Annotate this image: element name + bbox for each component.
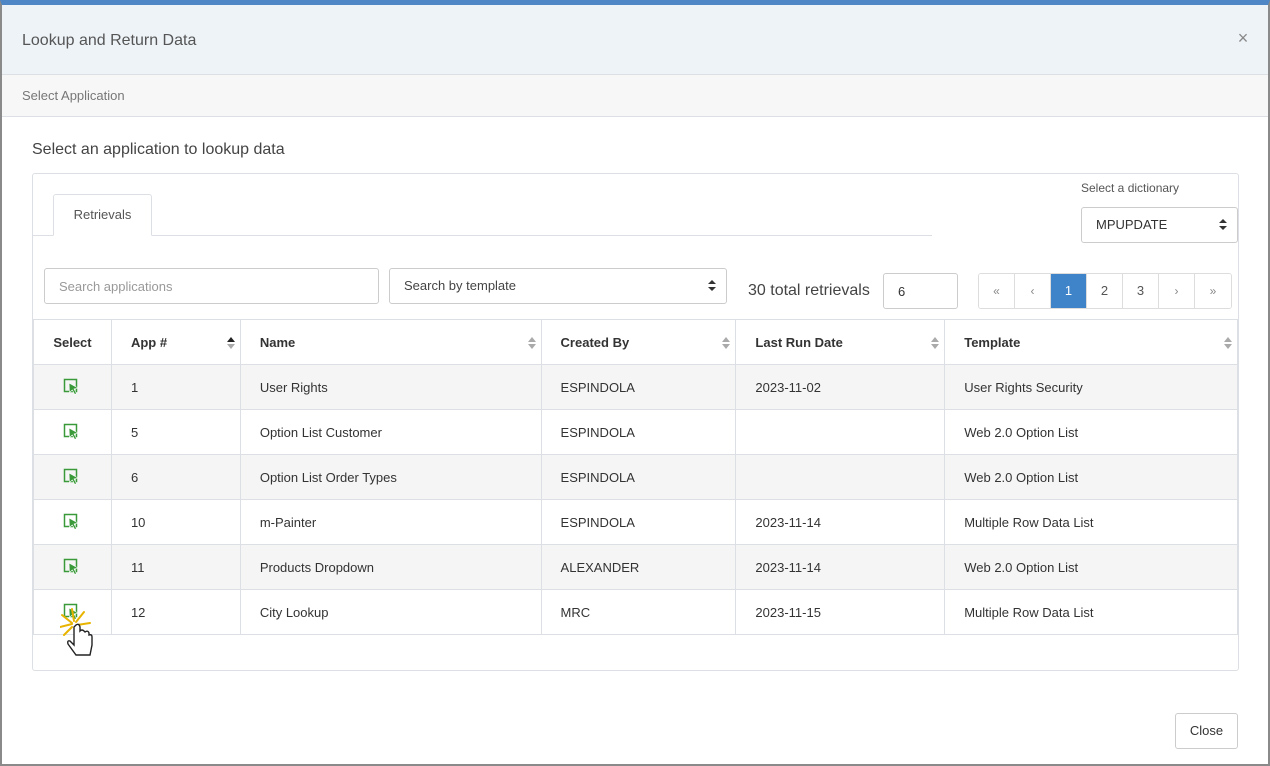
created-by-cell: ESPINDOLA: [540, 364, 737, 410]
select-pointer-icon[interactable]: [63, 603, 81, 621]
page-prompt: Select an application to lookup data: [32, 141, 285, 158]
breadcrumb: Select Application: [2, 75, 1268, 117]
sort-icon: [1224, 337, 1232, 350]
select-pointer-icon[interactable]: [63, 513, 81, 531]
column-header-created-by[interactable]: Created By: [540, 319, 737, 365]
dialog-header: Lookup and Return Data ×: [2, 5, 1268, 75]
select-pointer-icon[interactable]: [63, 378, 81, 396]
tab-retrievals[interactable]: Retrievals: [53, 194, 152, 236]
last-run-cell: [735, 454, 946, 500]
dictionary-label: Select a dictionary: [1081, 181, 1180, 195]
column-header-label: Last Run Date: [755, 334, 843, 350]
select-pointer-icon[interactable]: [63, 558, 81, 576]
select-cell: [33, 589, 112, 635]
created-by-cell: ESPINDOLA: [540, 409, 737, 455]
app-number-cell: 11: [110, 544, 241, 590]
tab-divider: [33, 235, 932, 236]
last-page-button[interactable]: »: [1195, 274, 1231, 308]
table-row[interactable]: 5 Option List Customer ESPINDOLA Web 2.0 Op…: [33, 409, 1238, 455]
table-row[interactable]: 6 Option List Order Types ESPINDOLA Web 2.0…: [33, 454, 1238, 500]
template-select-value: Search by template: [404, 278, 517, 293]
first-page-button[interactable]: «: [979, 274, 1015, 308]
last-run-cell: 2023-11-02: [735, 364, 946, 410]
last-run-cell: [735, 409, 946, 455]
dictionary-select[interactable]: MPUPDATE: [1081, 207, 1238, 243]
template-cell: Multiple Row Data List: [944, 499, 1238, 545]
page-size-input[interactable]: [883, 273, 958, 309]
template-cell: Web 2.0 Option List: [944, 454, 1238, 500]
dictionary-value: MPUPDATE: [1096, 217, 1168, 232]
template-cell: Web 2.0 Option List: [944, 409, 1238, 455]
column-header-select: Select: [33, 319, 112, 365]
pagination: « ‹ 1 2 3 › »: [978, 273, 1232, 309]
select-cell: [33, 499, 112, 545]
column-header-label: Name: [259, 334, 296, 350]
created-by-cell: ESPINDOLA: [540, 454, 737, 500]
app-number-cell: 5: [110, 409, 241, 455]
lookup-dialog: Lookup and Return Data × Select Applicat…: [0, 0, 1270, 766]
column-header-label: Created By: [560, 334, 630, 350]
name-cell: Option List Customer: [239, 409, 542, 455]
template-cell: User Rights Security: [944, 364, 1238, 410]
column-header-label: Template: [964, 334, 1021, 350]
select-cell: [33, 409, 112, 455]
table-header-row: Select App # Name Created By Last Run Da…: [33, 319, 1238, 365]
last-run-cell: 2023-11-14: [735, 544, 946, 590]
table-row[interactable]: 12 City Lookup MRC 2023-11-15 Multiple Row D…: [33, 589, 1238, 635]
total-count: 30 total retrievals: [748, 282, 870, 299]
template-cell: Multiple Row Data List: [944, 589, 1238, 635]
column-header-app[interactable]: App #: [110, 319, 241, 365]
sort-icon: [931, 337, 940, 350]
dialog-title: Lookup and Return Data: [22, 32, 197, 49]
name-cell: Option List Order Types: [239, 454, 542, 500]
retrievals-table: Select App # Name Created By Last Run Da…: [33, 319, 1238, 635]
sort-icon: [722, 337, 731, 350]
template-cell: Web 2.0 Option List: [944, 544, 1238, 590]
created-by-cell: ALEXANDER: [540, 544, 737, 590]
app-number-cell: 1: [110, 364, 241, 410]
prev-page-button[interactable]: ‹: [1015, 274, 1051, 308]
close-button[interactable]: Close: [1175, 713, 1238, 749]
last-run-cell: 2023-11-14: [735, 499, 946, 545]
template-select[interactable]: Search by template: [389, 268, 727, 304]
column-header-template[interactable]: Template: [944, 319, 1238, 365]
name-cell: City Lookup: [239, 589, 542, 635]
select-cell: [33, 364, 112, 410]
page-button-1[interactable]: 1: [1051, 274, 1087, 308]
column-header-name[interactable]: Name: [239, 319, 542, 365]
table-row[interactable]: 1 User Rights ESPINDOLA 2023-11-02 User Righ…: [33, 364, 1238, 410]
app-number-cell: 12: [110, 589, 241, 635]
sort-icon: [527, 337, 536, 350]
name-cell: Products Dropdown: [239, 544, 542, 590]
name-cell: m-Painter: [239, 499, 542, 545]
column-header-label: App #: [130, 334, 168, 350]
name-cell: User Rights: [239, 364, 542, 410]
select-pointer-icon[interactable]: [63, 468, 81, 486]
select-cell: [33, 544, 112, 590]
page-button-3[interactable]: 3: [1123, 274, 1159, 308]
sort-asc-icon: [226, 337, 235, 350]
search-input[interactable]: [44, 268, 379, 304]
created-by-cell: MRC: [540, 589, 737, 635]
app-number-cell: 10: [110, 499, 241, 545]
select-caret-icon: [708, 280, 716, 292]
page-button-2[interactable]: 2: [1087, 274, 1123, 308]
retrievals-panel: Retrievals Select a dictionary MPUPDATE …: [32, 173, 1239, 671]
table-row[interactable]: 11 Products Dropdown ALEXANDER 2023-11-14 We…: [33, 544, 1238, 590]
table-row[interactable]: 10 m-Painter ESPINDOLA 2023-11-14 Multiple R…: [33, 499, 1238, 545]
breadcrumb-label: Select Application: [22, 88, 125, 103]
select-pointer-icon[interactable]: [63, 423, 81, 441]
last-run-cell: 2023-11-15: [735, 589, 946, 635]
select-cell: [33, 454, 112, 500]
app-number-cell: 6: [110, 454, 241, 500]
column-header-last-run[interactable]: Last Run Date: [735, 319, 946, 365]
created-by-cell: ESPINDOLA: [540, 499, 737, 545]
close-icon[interactable]: ×: [1235, 29, 1251, 47]
select-caret-icon: [1219, 219, 1227, 231]
next-page-button[interactable]: ›: [1159, 274, 1195, 308]
